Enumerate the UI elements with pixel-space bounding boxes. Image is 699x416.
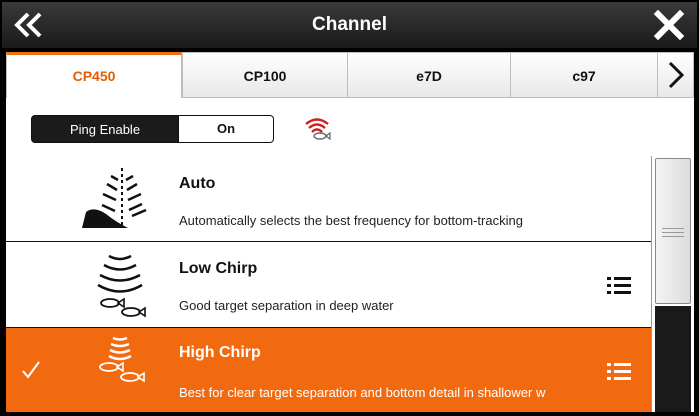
auto-sonar-icon [82, 168, 147, 228]
scrollbar-thumb[interactable] [655, 158, 691, 304]
list-scrollbar[interactable] [651, 156, 694, 412]
ping-enable-row: Ping Enable On [6, 98, 694, 157]
item-description: Good target separation in deep water [179, 298, 394, 313]
back-button[interactable] [10, 8, 50, 42]
channel-tabs: CP450 CP100 e7D c97 [6, 52, 694, 98]
window-title: Channel [312, 14, 387, 35]
list-item-high-chirp[interactable]: High Chirp Best for clear target separat… [6, 328, 651, 412]
item-name: High Chirp [179, 344, 261, 361]
list-item-low-chirp[interactable]: Low Chirp Good target separation in deep… [6, 242, 651, 327]
scrollbar-grip [662, 232, 684, 233]
channel-dialog: Channel CP450 CP100 e7D c97 Ping Enable … [0, 0, 699, 416]
sonar-ping-icon [305, 118, 331, 141]
close-button[interactable] [649, 8, 689, 42]
item-name: Auto [179, 175, 216, 192]
chevron-right-icon [668, 61, 685, 89]
ping-enable-label: Ping Enable [31, 115, 179, 143]
tab-c97[interactable]: c97 [510, 52, 658, 98]
scrollbar-track[interactable] [655, 306, 691, 412]
close-icon [653, 9, 685, 41]
double-chevron-left-icon [14, 12, 42, 38]
item-description: Automatically selects the best frequency… [179, 213, 523, 228]
options-list-icon[interactable] [606, 361, 632, 383]
checkmark-icon [22, 361, 40, 379]
tab-cp450[interactable]: CP450 [6, 52, 182, 98]
tab-e7d[interactable]: e7D [347, 52, 511, 98]
low-chirp-icon [97, 254, 146, 318]
item-name: Low Chirp [179, 260, 258, 277]
scrollbar-grip [662, 236, 684, 237]
frequency-list: Auto Automatically selects the best freq… [6, 156, 651, 412]
scrollbar-grip [662, 228, 684, 229]
title-bar: Channel [2, 2, 697, 48]
ping-enable-toggle[interactable]: On [178, 115, 274, 143]
tab-cp100[interactable]: CP100 [182, 52, 348, 98]
tabs-next-button[interactable] [657, 52, 694, 98]
item-description: Best for clear target separation and bot… [179, 385, 546, 400]
options-list-icon[interactable] [606, 275, 632, 297]
list-item-auto[interactable]: Auto Automatically selects the best freq… [6, 156, 651, 241]
high-chirp-icon [99, 336, 145, 383]
